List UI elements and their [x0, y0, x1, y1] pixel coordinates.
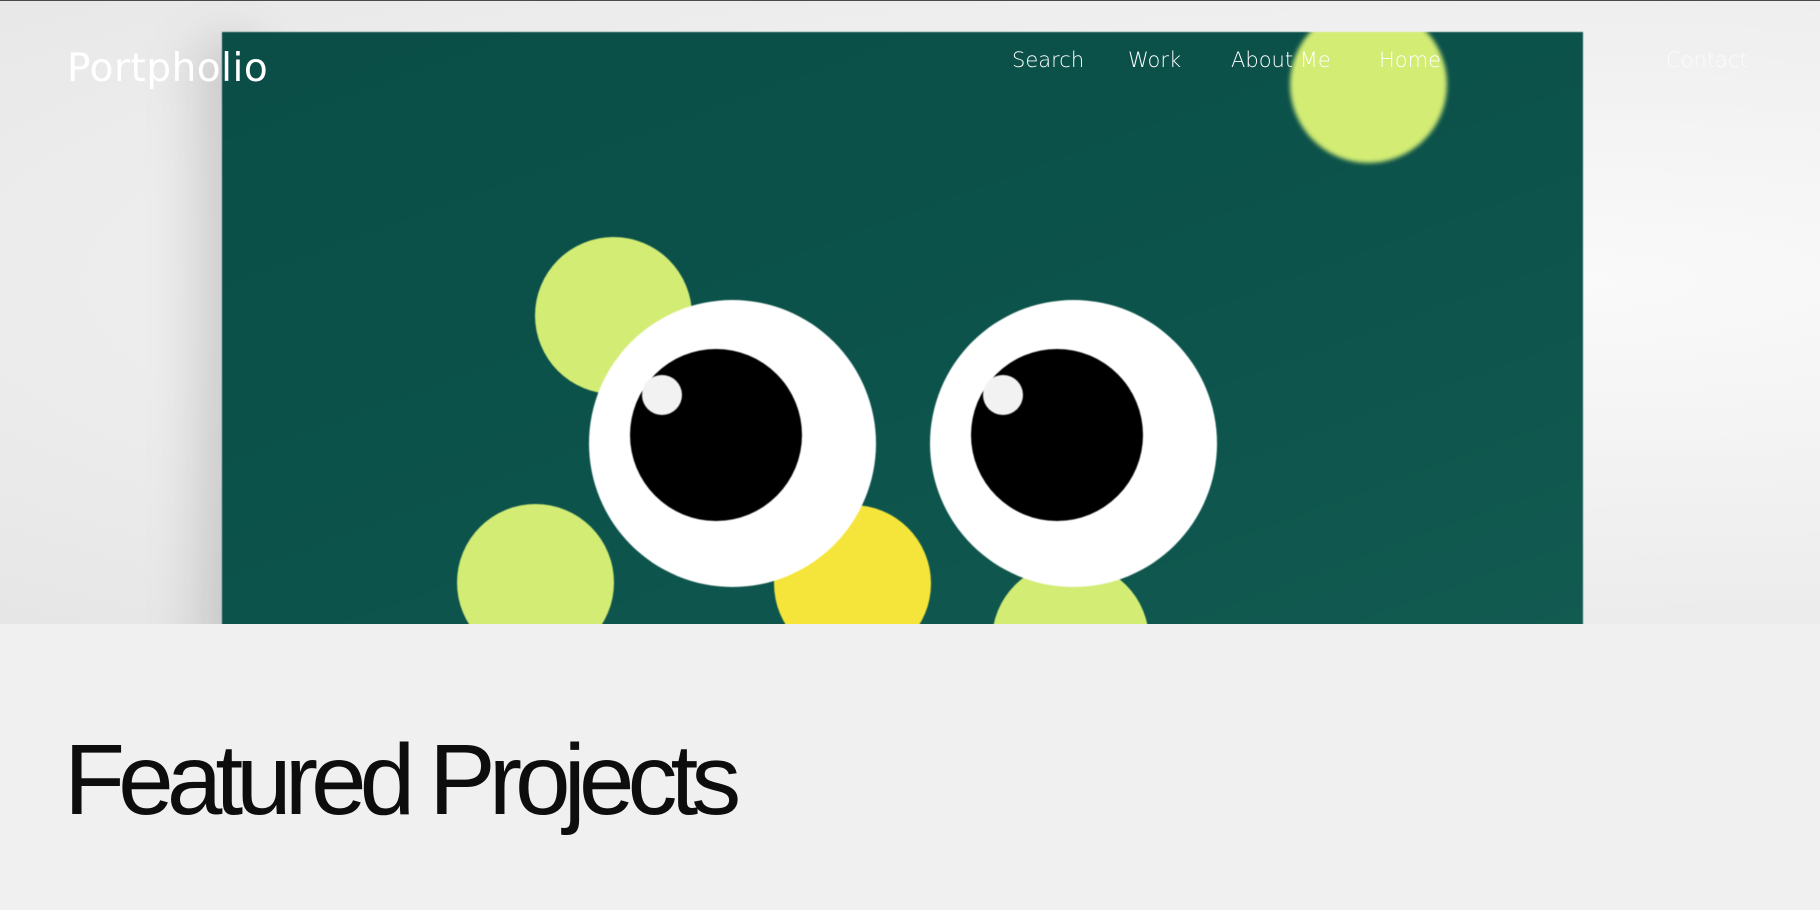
left-eye — [589, 300, 876, 587]
nav-search[interactable]: Search — [1012, 48, 1084, 72]
right-eye-glint — [983, 375, 1023, 415]
brand-logo[interactable]: Portpholio — [67, 46, 268, 91]
top-border — [0, 0, 1820, 1]
featured-projects-heading: Featured Projects — [64, 724, 741, 836]
lime-dot-lower-left — [457, 504, 614, 624]
left-eye-glint — [642, 375, 682, 415]
nav-contact[interactable]: Contact — [1666, 48, 1748, 72]
nav-about-me[interactable]: About Me — [1231, 48, 1331, 72]
hero-image — [222, 32, 1583, 624]
right-eye — [930, 300, 1217, 587]
nav-work[interactable]: Work — [1128, 48, 1181, 72]
hero-section — [0, 1, 1820, 624]
nav-home[interactable]: Home — [1379, 48, 1441, 72]
